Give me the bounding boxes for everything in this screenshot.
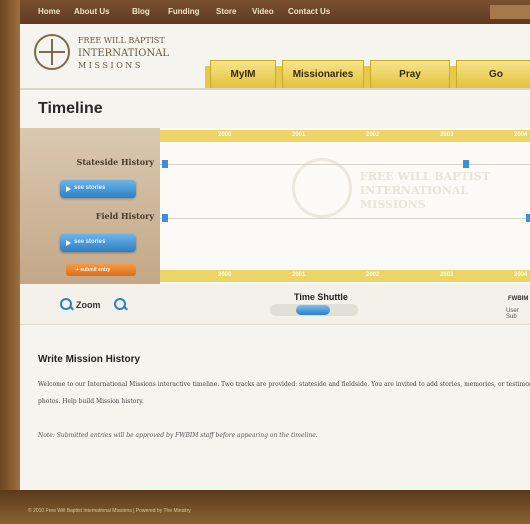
left-frame — [0, 0, 20, 524]
submit-entry-button[interactable]: + submit entry — [66, 264, 136, 276]
watermark-logo — [292, 158, 352, 218]
year-tick: 2000 — [218, 132, 232, 138]
nav-blog[interactable]: Blog — [132, 7, 150, 16]
zoom-label: Zoom — [76, 300, 101, 310]
tab-missionaries[interactable]: Missionaries — [282, 60, 364, 88]
year-tick: 2001 — [292, 272, 306, 278]
year-tick: 2000 — [218, 272, 232, 278]
cross-globe-icon — [34, 34, 70, 70]
field-button-label: see stories — [74, 239, 106, 245]
stateside-track — [160, 164, 530, 165]
time-shuttle-label: Time Shuttle — [294, 292, 348, 302]
timeline-page: Home About Us Blog Funding Store Video C… — [20, 0, 530, 524]
bottom-frame — [0, 490, 530, 524]
page-title: Timeline — [38, 100, 103, 117]
logo-line2: INTERNATIONAL — [78, 48, 170, 59]
nav-funding[interactable]: Funding — [168, 7, 200, 16]
field-track — [160, 218, 530, 219]
footer-copyright: © 2010 Free Will Baptist International M… — [28, 508, 191, 514]
year-scale-bottom: 2000 2001 2002 2003 2004 — [160, 270, 530, 282]
timeline-panel: Stateside History see stories Field Hist… — [20, 128, 530, 284]
year-tick: 2001 — [292, 132, 306, 138]
intro-text: Welcome to our International Missions in… — [38, 381, 530, 405]
top-nav: Home About Us Blog Funding Store Video C… — [20, 0, 530, 24]
time-shuttle-handle[interactable] — [296, 305, 330, 315]
field-label: Field History — [95, 211, 154, 221]
timeline-marker[interactable] — [162, 160, 168, 168]
year-tick: 2003 — [440, 272, 454, 278]
watermark-text: FREE WILL BAPTIST INTERNATIONAL MISSIONS — [360, 170, 490, 211]
year-tick: 2002 — [366, 132, 380, 138]
note-text: Note: Submitted entries will be approved… — [38, 432, 318, 439]
stateside-label: Stateside History — [76, 157, 154, 167]
year-tick: 2004 — [514, 132, 528, 138]
stateside-stories-button[interactable]: see stories — [60, 180, 136, 198]
time-shuttle-track[interactable] — [270, 304, 358, 316]
logo-line1: FREE WILL BAPTIST — [78, 36, 165, 45]
fwbim-title: FWBIM — [508, 296, 529, 302]
submit-entry-label: + submit entry — [76, 267, 111, 273]
nav-home[interactable]: Home — [38, 7, 60, 16]
field-stories-button[interactable]: see stories — [60, 234, 136, 252]
nav-video[interactable]: Video — [252, 7, 274, 16]
timeline-marker[interactable] — [162, 214, 168, 222]
year-tick: 2004 — [514, 272, 528, 278]
stateside-button-label: see stories — [74, 185, 106, 191]
tab-myim[interactable]: MyIM — [210, 60, 276, 88]
user-submission-label: User Sub — [506, 308, 519, 320]
year-tick: 2003 — [440, 132, 454, 138]
divider — [20, 88, 530, 90]
nav-about[interactable]: About Us — [74, 7, 110, 16]
search-box[interactable] — [490, 5, 530, 19]
section-heading: Write Mission History — [38, 354, 141, 365]
year-tick: 2002 — [366, 272, 380, 278]
timeline-marker[interactable] — [526, 214, 530, 222]
zoom-in-icon[interactable] — [60, 298, 72, 310]
site-logo[interactable]: FREE WILL BAPTIST INTERNATIONAL M I S S … — [34, 34, 204, 74]
year-scale-top: 2000 2001 2002 2003 2004 — [160, 130, 530, 142]
logo-line3: M I S S I O N S — [78, 61, 141, 70]
tab-pray[interactable]: Pray — [370, 60, 450, 88]
zoom-out-icon[interactable] — [114, 298, 126, 310]
tab-go[interactable]: Go — [456, 60, 530, 88]
timeline-sidebar — [20, 128, 160, 284]
timeline-marker[interactable] — [463, 160, 469, 168]
nav-store[interactable]: Store — [216, 7, 236, 16]
nav-contact[interactable]: Contact Us — [288, 7, 330, 16]
